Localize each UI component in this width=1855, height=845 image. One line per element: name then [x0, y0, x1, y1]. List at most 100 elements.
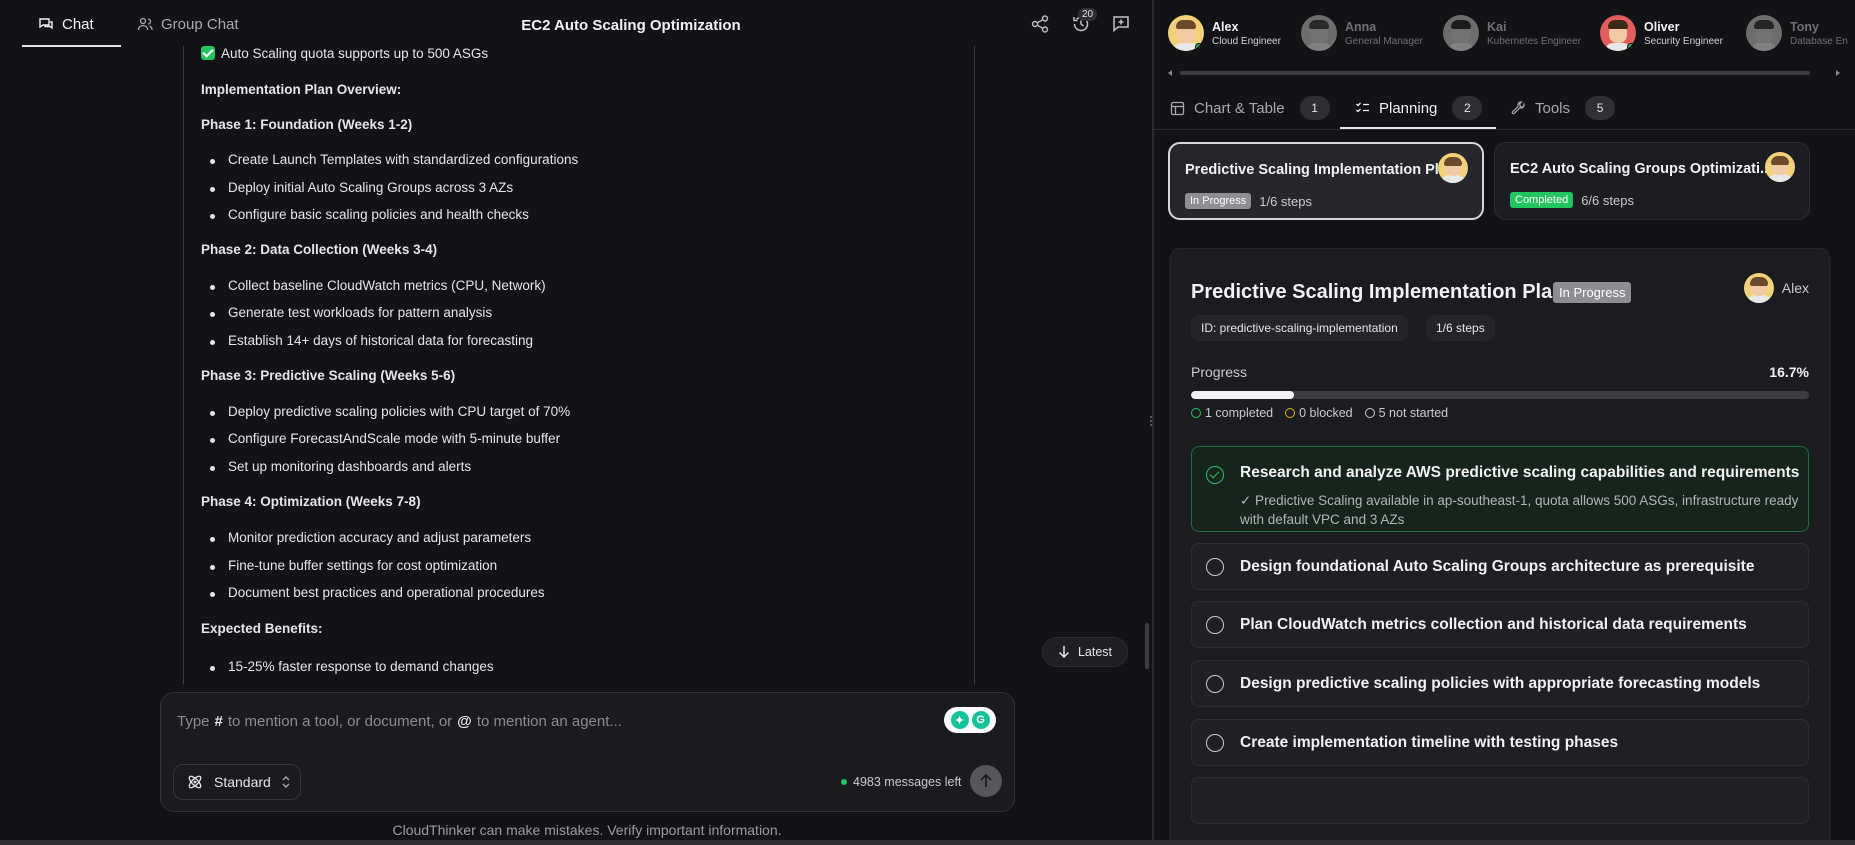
agent-name: Tony	[1790, 19, 1819, 34]
list-item: Generate test workloads for pattern anal…	[209, 305, 493, 320]
list-item: Document best practices and operational …	[210, 585, 545, 600]
workspace-tabs: Chart & Table 1 Planning 2 Tools 5	[1154, 86, 1855, 130]
avatar	[1746, 15, 1782, 51]
circle-icon	[1364, 408, 1375, 418]
status-badge: In Progress	[1185, 193, 1252, 209]
send-button[interactable]	[970, 765, 1002, 797]
chevron-right-icon[interactable]	[1834, 69, 1842, 77]
agent-role: Kubernetes Engineer	[1487, 35, 1581, 47]
chevron-updown-icon	[282, 776, 290, 788]
composer-input[interactable]: Type # to mention a tool, or document, or @…	[177, 713, 622, 730]
chevron-left-icon[interactable]	[1166, 69, 1174, 77]
arrow-down-icon	[1058, 646, 1069, 659]
status-badge: Completed	[1510, 192, 1574, 208]
agent-tony[interactable]: Tony Database En	[1746, 15, 1848, 51]
mode-select[interactable]: Standard	[173, 764, 301, 800]
avatar	[1765, 152, 1795, 182]
plan-step[interactable]: Create implementation timeline with test…	[1191, 719, 1809, 766]
plan-detail: Predictive Scaling Implementation Plan I…	[1170, 248, 1830, 840]
latest-label: Latest	[1077, 645, 1113, 659]
tab-chat-label: Chat	[62, 15, 94, 33]
tab-tools[interactable]: Tools 5	[1511, 86, 1616, 130]
agent-role: Cloud Engineer	[1212, 35, 1281, 47]
avatar	[1600, 15, 1636, 51]
list-item: Deploy predictive scaling policies with …	[209, 404, 571, 419]
phase3-heading: Phase 3: Predictive Scaling (Weeks 5-6)	[201, 368, 456, 383]
avatar	[1301, 15, 1337, 51]
agent-name: Alex	[1212, 19, 1239, 34]
list-item: 15-25% faster response to demand changes	[210, 659, 494, 674]
stat-completed: 1 completed	[1191, 406, 1273, 420]
check-circle-icon	[1191, 408, 1201, 418]
plan-card-title: EC2 Auto Scaling Groups Optimizati...	[1510, 161, 1773, 177]
message-composer[interactable]: Type # to mention a tool, or document, or @…	[160, 692, 1015, 812]
share-icon[interactable]	[1030, 14, 1052, 36]
stat-not-started: 5 not started	[1364, 406, 1448, 420]
list-item: Establish 14+ days of historical data fo…	[209, 333, 534, 348]
plan-step[interactable]: Design predictive scaling policies with …	[1191, 660, 1809, 707]
plan-step[interactable]: Research and analyze AWS predictive scal…	[1191, 446, 1809, 532]
plan-step[interactable]: Plan CloudWatch metrics collection and h…	[1191, 601, 1809, 648]
plan-card[interactable]: Predictive Scaling Implementation Pl... …	[1168, 142, 1484, 220]
tab-chart-table[interactable]: Chart & Table 1	[1170, 86, 1330, 130]
scrollbar-thumb[interactable]	[1180, 71, 1810, 75]
agent-kai[interactable]: Kai Kubernetes Engineer	[1443, 15, 1581, 51]
avatar	[1743, 273, 1774, 303]
progress-stats: 1 completed 0 blocked 5 not started	[1191, 406, 1448, 420]
list-item: Configure ForecastAndScale mode with 5-m…	[209, 431, 561, 446]
online-dot	[1627, 43, 1635, 51]
tab-chat[interactable]: Chat	[38, 0, 94, 48]
tab-group-chat[interactable]: Group Chat	[137, 0, 239, 48]
list-item: Deploy initial Auto Scaling Groups acros…	[209, 180, 514, 195]
plan-title: Predictive Scaling Implementation Plan	[1191, 281, 1565, 303]
alert-circle-icon	[1285, 408, 1296, 418]
tab-planning[interactable]: Planning 2	[1355, 86, 1483, 130]
active-tab-indicator	[1340, 127, 1496, 129]
status-dot	[841, 779, 847, 785]
lightbulb-icon: ✦	[950, 711, 969, 729]
stat-blocked: 0 blocked	[1285, 406, 1353, 420]
plan-id-pill: ID: predictive-scaling-implementation	[1191, 315, 1408, 341]
new-chat-icon[interactable]	[1111, 14, 1133, 36]
atom-icon	[188, 775, 202, 789]
agent-oliver[interactable]: Oliver Security Engineer	[1600, 15, 1723, 51]
plan-card-status: In Progress 1/6 steps	[1185, 193, 1312, 209]
progress-fill	[1191, 391, 1295, 399]
step-title: Create implementation timeline with test…	[1240, 734, 1619, 751]
tab-label: Planning	[1379, 99, 1438, 117]
benefits-heading: Expected Benefits:	[201, 621, 323, 636]
chat-topbar: Chat Group Chat EC2 Auto Scaling Optimiz…	[0, 0, 1152, 48]
circle-icon	[1206, 558, 1224, 576]
circle-icon	[1206, 734, 1224, 752]
chat-icon	[39, 18, 53, 30]
progress-value: 16.7%	[1769, 364, 1809, 380]
tab-group-chat-label: Group Chat	[161, 15, 239, 33]
avatar	[1438, 153, 1468, 183]
agent-alex[interactable]: Alex Cloud Engineer	[1168, 15, 1281, 51]
phase4-heading: Phase 4: Optimization (Weeks 7-8)	[201, 494, 421, 509]
progress-bar	[1191, 391, 1809, 399]
wrench-icon	[1511, 100, 1525, 114]
agent-name: Oliver	[1644, 19, 1680, 34]
scroll-to-latest-button[interactable]: Latest	[1042, 637, 1128, 667]
plan-card[interactable]: EC2 Auto Scaling Groups Optimizati... Co…	[1494, 142, 1810, 220]
list-item: Collect baseline CloudWatch metrics (CPU…	[210, 278, 546, 293]
check-circle-icon	[1206, 466, 1224, 484]
plan-step[interactable]	[1191, 777, 1809, 824]
status-badge: In Progress	[1553, 282, 1632, 303]
section-heading: Implementation Plan Overview:	[201, 82, 402, 97]
plan-step[interactable]: Design foundational Auto Scaling Groups …	[1191, 543, 1809, 590]
window-bottom-edge	[0, 840, 1855, 845]
workspace-pane: Alex Cloud Engineer Anna General Manager K…	[1154, 0, 1855, 840]
tab-label: Chart & Table	[1194, 99, 1285, 117]
agent-anna[interactable]: Anna General Manager	[1301, 15, 1423, 51]
avatar	[1443, 15, 1479, 51]
chat-pane: Chat Group Chat EC2 Auto Scaling Optimiz…	[0, 0, 1152, 845]
step-title: Design foundational Auto Scaling Groups …	[1240, 558, 1755, 575]
grammarly-icon[interactable]: ✦ G	[944, 707, 996, 733]
agent-scrollbar[interactable]	[1166, 70, 1842, 76]
chat-scrollbar[interactable]	[1145, 623, 1149, 669]
agent-role: Security Engineer	[1644, 35, 1723, 47]
owner-name: Alex	[1781, 280, 1809, 296]
list-item: Fine-tune buffer settings for cost optim…	[209, 558, 498, 573]
